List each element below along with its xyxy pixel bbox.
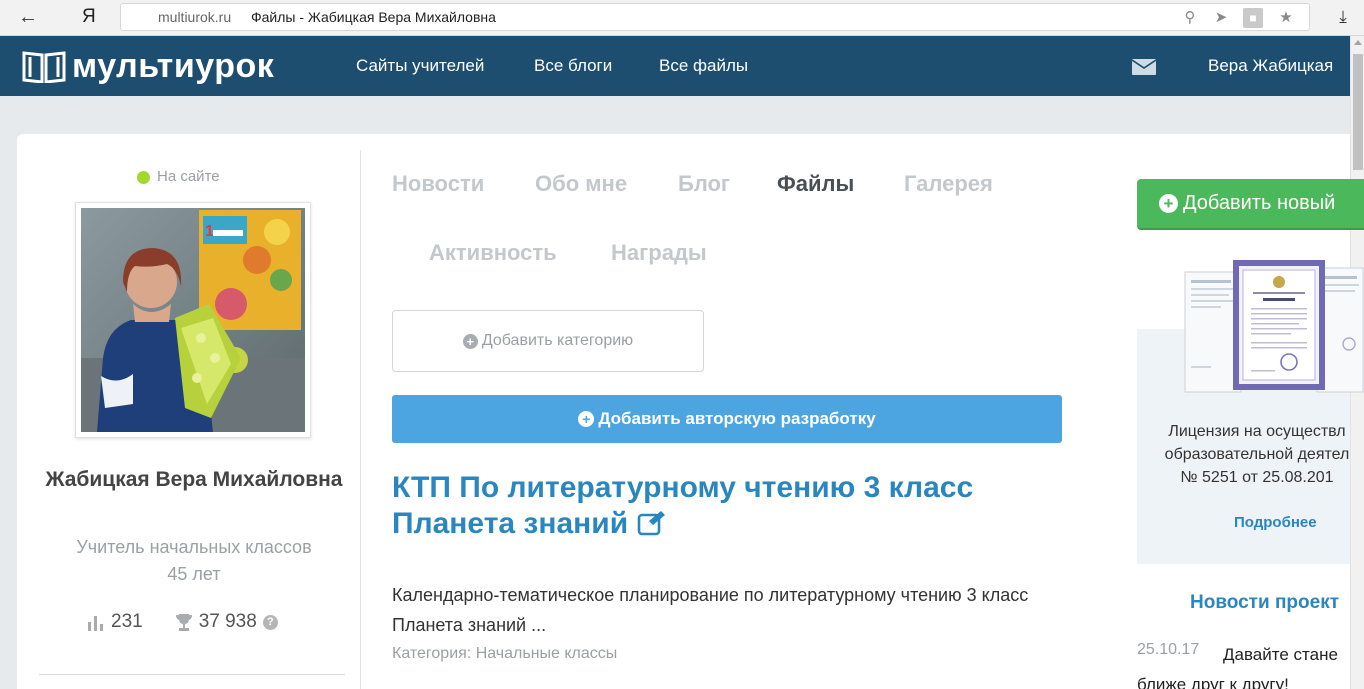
plus-circle-icon: + xyxy=(578,411,595,427)
rating-bars-icon xyxy=(88,616,103,631)
nav-all-blogs[interactable]: Все блоги xyxy=(534,56,612,76)
add-category-button[interactable]: + Добавить категорию xyxy=(392,310,704,372)
license-text: Лицензия на осуществл образовательной де… xyxy=(1147,420,1364,489)
browser-toolbar: ← Я multiurok.ru Файлы - Жабицкая Вера М… xyxy=(0,0,1364,36)
tab-blog[interactable]: Блог xyxy=(678,170,730,198)
plus-circle-icon: + xyxy=(1159,194,1178,213)
nav-all-files[interactable]: Все файлы xyxy=(659,56,748,76)
license-line-3: № 5251 от 25.08.201 xyxy=(1180,469,1334,486)
tab-about[interactable]: Обо мне xyxy=(535,170,627,198)
profile-name: Жабицкая Вера Михайловна xyxy=(45,468,343,491)
help-icon[interactable]: ? xyxy=(262,614,278,630)
license-line-1: Лицензия на осуществл xyxy=(1168,423,1346,440)
profile-photo-image: 1 xyxy=(81,208,305,432)
yandex-button[interactable]: Я xyxy=(82,5,102,29)
url-domain: multiurok.ru xyxy=(158,9,232,25)
add-development-label: Добавить авторскую разработку xyxy=(598,409,876,428)
edit-icon[interactable] xyxy=(637,510,667,536)
post-category[interactable]: Категория: Начальные классы xyxy=(392,644,617,664)
add-development-button[interactable]: + Добавить авторскую разработку xyxy=(392,395,1062,443)
project-news-title[interactable]: Новости проект xyxy=(1190,591,1339,615)
zoom-icon[interactable]: ⚲ xyxy=(1180,8,1200,28)
scroll-thumb[interactable] xyxy=(1353,54,1363,170)
post-description: Календарно-тематическое планирование по … xyxy=(392,585,1029,635)
rating-value: 231 xyxy=(111,611,143,632)
profile-age: 45 лет xyxy=(167,564,221,584)
svg-text:1: 1 xyxy=(205,223,214,240)
tab-news[interactable]: Новости xyxy=(392,170,484,198)
license-line-2: образовательной деятел xyxy=(1164,446,1350,463)
tab-awards[interactable]: Награды xyxy=(611,239,707,267)
scroll-up-arrow-icon[interactable] xyxy=(1354,40,1362,45)
add-new-label: Добавить новый xyxy=(1183,192,1336,214)
user-menu[interactable]: Вера Жабицкая xyxy=(1208,56,1333,76)
add-new-button[interactable]: + Добавить новый xyxy=(1137,179,1364,230)
online-status-label: На сайте xyxy=(157,168,220,185)
mail-icon[interactable] xyxy=(1132,59,1156,75)
lock-icon[interactable]: ■ xyxy=(1243,8,1263,28)
profile-role-title: Учитель начальных классов xyxy=(76,537,312,557)
add-category-label: Добавить категорию xyxy=(481,332,634,349)
post-title[interactable]: КТП По литературному чтению 3 класс План… xyxy=(392,470,1042,542)
post-meta xyxy=(592,682,1072,689)
license-document-image[interactable] xyxy=(1177,258,1364,400)
profile-card: На сайте 1 Жабицкая Вера Михайловна Учит… xyxy=(17,134,1364,689)
left-divider xyxy=(39,674,345,675)
site-navbar: мультиурок Сайты учителей Все блоги Все … xyxy=(0,36,1350,96)
url-page-title: Файлы - Жабицкая Вера Михайловна xyxy=(251,9,496,25)
address-bar[interactable]: multiurok.ru Файлы - Жабицкая Вера Михай… xyxy=(120,3,1310,31)
post-title-text[interactable]: КТП По литературному чтению 3 класс План… xyxy=(392,471,973,540)
online-dot-icon xyxy=(137,170,150,184)
back-arrow-icon[interactable]: ← xyxy=(18,6,46,28)
news-link-line-1[interactable]: Давайте стане xyxy=(1137,640,1350,670)
column-divider xyxy=(360,150,361,689)
tab-gallery[interactable]: Галерея xyxy=(904,170,993,198)
site-logo[interactable]: мультиурок xyxy=(22,48,274,84)
bookmark-star-icon[interactable]: ★ xyxy=(1276,8,1296,28)
tab-activity[interactable]: Активность xyxy=(429,239,557,267)
online-status: На сайте xyxy=(137,168,220,186)
news-link-line-2[interactable]: ближе друг к другу! xyxy=(1137,670,1350,689)
tab-files[interactable]: Файлы xyxy=(777,170,854,198)
trophy-icon xyxy=(175,614,192,631)
license-more-link[interactable]: Подробнее xyxy=(1234,514,1317,532)
logo-text: мультиурок xyxy=(72,47,275,85)
rocket-icon[interactable]: ➤ xyxy=(1211,8,1231,28)
profile-stats: 231 37 938 ? xyxy=(87,610,278,634)
book-logo-icon xyxy=(22,51,66,83)
awards-value: 37 938 xyxy=(198,611,257,632)
plus-circle-icon: + xyxy=(462,333,478,349)
profile-photo[interactable]: 1 xyxy=(75,202,311,438)
download-icon[interactable]: ⤓ xyxy=(1332,6,1354,28)
nav-teacher-sites[interactable]: Сайты учителей xyxy=(356,56,484,76)
profile-role: Учитель начальных классов 45 лет xyxy=(39,534,349,588)
